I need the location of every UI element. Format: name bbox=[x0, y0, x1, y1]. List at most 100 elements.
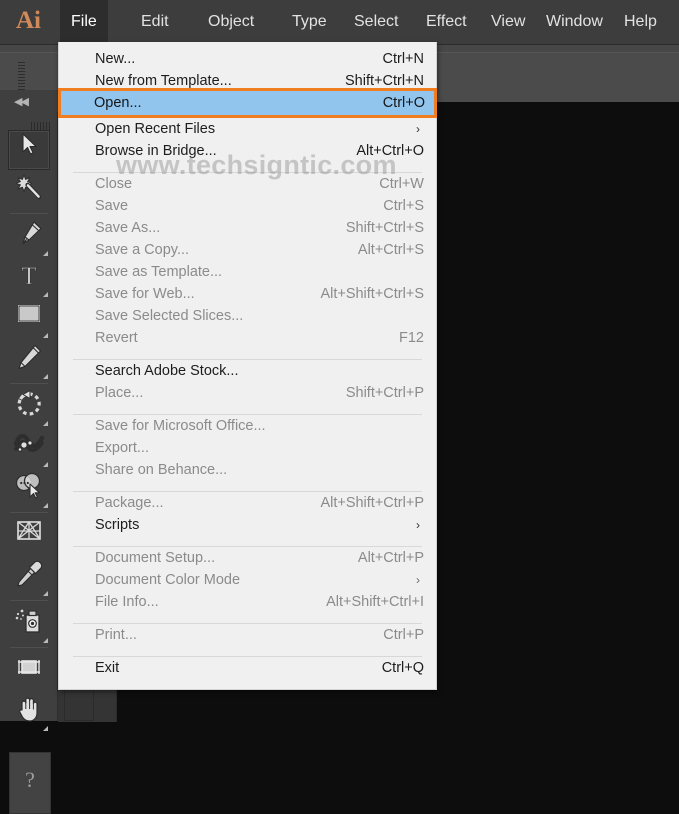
menu-item-label: Document Setup... bbox=[95, 550, 216, 566]
menu-item-scripts[interactable]: Scripts › bbox=[59, 514, 436, 536]
menu-item-package[interactable]: Package... Alt+Shift+Ctrl+P bbox=[59, 492, 436, 514]
tools-panel: T ? bbox=[0, 112, 58, 814]
menu-item-shortcut: Ctrl+O bbox=[382, 95, 425, 111]
eyedropper-icon bbox=[17, 560, 43, 587]
tool-eyedropper[interactable] bbox=[8, 559, 50, 599]
tool-pen[interactable] bbox=[8, 219, 50, 259]
hand-icon bbox=[19, 697, 38, 722]
menu-window[interactable]: Window bbox=[535, 0, 614, 44]
question-mark-icon: ? bbox=[25, 767, 35, 792]
toolbar-separator bbox=[10, 512, 48, 513]
menu-edit[interactable]: Edit bbox=[130, 0, 180, 44]
selection-arrow-icon bbox=[22, 133, 37, 155]
tool-selection[interactable] bbox=[8, 130, 50, 170]
menu-item-open-recent-files[interactable]: Open Recent Files › bbox=[59, 118, 436, 140]
menu-item-label: Place... bbox=[95, 385, 144, 401]
menu-item-search-adobe-stock[interactable]: Search Adobe Stock... bbox=[59, 360, 436, 382]
menu-item-label: Scripts bbox=[95, 517, 140, 533]
menu-item-open[interactable]: Open... Ctrl+O bbox=[58, 88, 437, 118]
menu-item-close[interactable]: Close Ctrl+W bbox=[59, 173, 436, 195]
menu-item-label: New... bbox=[95, 51, 136, 67]
control-panel-grip-icon[interactable] bbox=[18, 62, 25, 92]
tool-artboard[interactable] bbox=[8, 653, 50, 693]
submenu-chevron-right-icon: › bbox=[416, 573, 420, 587]
menu-object[interactable]: Object bbox=[197, 0, 265, 44]
tool-flyout-indicator-icon bbox=[43, 503, 48, 508]
tool-rotate[interactable] bbox=[8, 389, 50, 429]
menu-item-share-on-behance[interactable]: Share on Behance... bbox=[59, 459, 436, 481]
menu-item-revert[interactable]: Revert F12 bbox=[59, 327, 436, 349]
menu-item-label: Save for Web... bbox=[95, 286, 195, 302]
menu-type[interactable]: Type bbox=[281, 0, 338, 44]
menu-item-label: Document Color Mode bbox=[95, 572, 241, 588]
tool-flyout-indicator-icon bbox=[43, 374, 48, 379]
tool-rectangle[interactable] bbox=[8, 301, 50, 341]
menu-item-label: Open... bbox=[94, 95, 142, 111]
rotate-icon bbox=[17, 390, 41, 416]
artboard-icon bbox=[18, 660, 40, 674]
rectangle-icon bbox=[18, 305, 40, 322]
tool-pencil[interactable] bbox=[8, 342, 50, 382]
menu-item-save[interactable]: Save Ctrl+S bbox=[59, 195, 436, 217]
perspective-grid-icon bbox=[17, 520, 41, 540]
menu-item-shortcut: Shift+Ctrl+S bbox=[345, 220, 424, 236]
width-warp-icon bbox=[13, 433, 45, 452]
menu-item-label: Browse in Bridge... bbox=[95, 143, 217, 159]
toolbar-grip-icon[interactable] bbox=[31, 117, 53, 130]
tool-shape-builder[interactable] bbox=[8, 471, 50, 511]
menu-item-save-as-template[interactable]: Save as Template... bbox=[59, 261, 436, 283]
menu-item-document-color-mode[interactable]: Document Color Mode › bbox=[59, 569, 436, 591]
menu-item-shortcut: Ctrl+N bbox=[382, 51, 425, 67]
menu-item-label: File Info... bbox=[95, 594, 159, 610]
menu-item-label: Open Recent Files bbox=[95, 121, 216, 137]
menu-effect[interactable]: Effect bbox=[415, 0, 478, 44]
svg-text:T: T bbox=[21, 263, 36, 290]
tool-flyout-indicator-icon bbox=[43, 251, 48, 256]
tool-symbol-sprayer[interactable] bbox=[8, 606, 50, 646]
menu-item-label: Share on Behance... bbox=[95, 462, 228, 478]
menu-select[interactable]: Select bbox=[343, 0, 409, 44]
menu-bar: Ai File Edit Object Type Select Effect View Win… bbox=[0, 0, 679, 45]
toolbar-collapse-button[interactable]: ◀◀ bbox=[0, 90, 58, 113]
menu-item-label: Save as Template... bbox=[95, 264, 223, 280]
submenu-chevron-right-icon: › bbox=[416, 122, 420, 136]
menu-item-shortcut: Alt+Shift+Ctrl+P bbox=[320, 495, 424, 511]
menu-item-shortcut: Alt+Ctrl+S bbox=[357, 242, 424, 258]
menu-item-save-for-web[interactable]: Save for Web... Alt+Shift+Ctrl+S bbox=[59, 283, 436, 305]
menu-item-document-setup[interactable]: Document Setup... Alt+Ctrl+P bbox=[59, 547, 436, 569]
menu-item-exit[interactable]: Exit Ctrl+Q bbox=[59, 657, 436, 679]
tool-flyout-indicator-icon bbox=[43, 421, 48, 426]
tool-type[interactable]: T bbox=[8, 260, 50, 300]
submenu-chevron-right-icon: › bbox=[416, 518, 420, 532]
menu-item-place[interactable]: Place... Shift+Ctrl+P bbox=[59, 382, 436, 404]
menu-item-save-for-microsoft-office[interactable]: Save for Microsoft Office... bbox=[59, 415, 436, 437]
menu-item-export[interactable]: Export... bbox=[59, 437, 436, 459]
menu-item-label: Package... bbox=[95, 495, 164, 511]
menu-item-new[interactable]: New... Ctrl+N bbox=[59, 48, 436, 70]
menu-item-file-info[interactable]: File Info... Alt+Shift+Ctrl+I bbox=[59, 591, 436, 613]
menu-item-shortcut: Ctrl+Q bbox=[381, 660, 424, 676]
menu-help[interactable]: Help bbox=[613, 0, 668, 44]
magic-wand-icon bbox=[15, 174, 42, 200]
menu-item-shortcut: Ctrl+P bbox=[383, 627, 424, 643]
menu-item-save-as[interactable]: Save As... Shift+Ctrl+S bbox=[59, 217, 436, 239]
tool-width[interactable] bbox=[8, 430, 50, 470]
menu-file[interactable]: File bbox=[60, 0, 108, 44]
menu-item-label: Save a Copy... bbox=[95, 242, 190, 258]
help-button[interactable]: ? bbox=[9, 752, 51, 814]
menu-item-save-selected-slices[interactable]: Save Selected Slices... bbox=[59, 305, 436, 327]
menu-item-shortcut: Alt+Shift+Ctrl+S bbox=[320, 286, 424, 302]
menu-item-shortcut: Ctrl+S bbox=[383, 198, 424, 214]
menu-item-label: Save As... bbox=[95, 220, 161, 236]
tool-hand[interactable] bbox=[8, 694, 50, 734]
menu-item-save-a-copy[interactable]: Save a Copy... Alt+Ctrl+S bbox=[59, 239, 436, 261]
menu-item-print[interactable]: Print... Ctrl+P bbox=[59, 624, 436, 646]
menu-item-label: Save for Microsoft Office... bbox=[95, 418, 266, 434]
tool-flyout-indicator-icon bbox=[43, 591, 48, 596]
tool-magic-wand[interactable] bbox=[8, 172, 50, 212]
tool-perspective-grid[interactable] bbox=[8, 518, 50, 558]
menu-item-label: Revert bbox=[95, 330, 138, 346]
menu-view[interactable]: View bbox=[480, 0, 536, 44]
menu-item-browse-in-bridge[interactable]: Browse in Bridge... Alt+Ctrl+O bbox=[59, 140, 436, 162]
toolbar-separator bbox=[10, 213, 48, 214]
